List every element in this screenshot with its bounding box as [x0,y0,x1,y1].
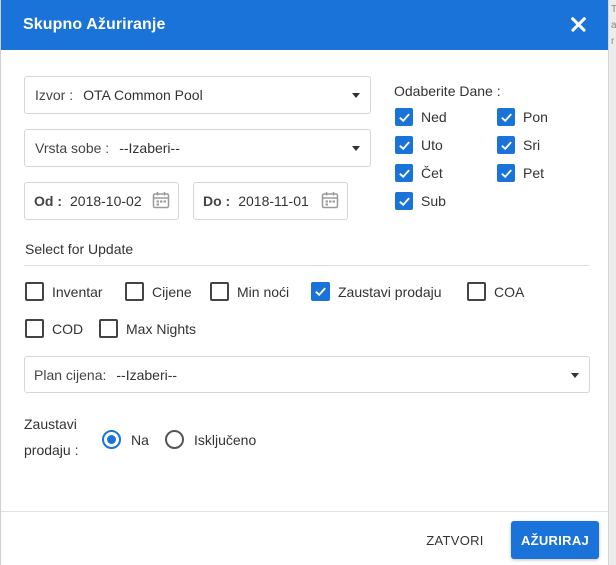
day-checkbox-pon[interactable]: Pon [497,108,548,126]
day-label: Pet [523,165,545,181]
checkbox-checked-icon[interactable] [497,108,515,126]
checkbox-unchecked-icon[interactable] [125,282,144,301]
checkbox-checked-icon[interactable] [497,164,515,182]
date-from-field[interactable]: Od : 2018-10-02 [24,182,179,220]
update-option-min-noci[interactable]: Min noći [210,282,289,301]
close-icon[interactable] [568,14,590,36]
section-title-select-for-update: Select for Update [25,241,134,257]
radio-label: Na [131,431,149,448]
checkbox-unchecked-icon[interactable] [25,282,44,301]
checkbox-checked-icon[interactable] [395,164,413,182]
source-label: Izvor : [35,87,74,103]
day-checkbox-uto[interactable]: Uto [395,136,443,154]
days-title: Odaberite Dane : [394,83,501,99]
day-checkbox-cet[interactable]: Čet [395,164,443,182]
date-from-label: Od : [34,193,62,209]
rate-plan-value: --Izaberi-- [116,366,178,383]
room-type-value: --Izaberi-- [119,140,180,156]
divider [24,265,589,266]
update-option-label: COD [52,320,84,337]
close-button[interactable]: ZATVORI [415,521,495,559]
day-label: Sri [523,137,541,153]
stop-sale-label: Zaustavi prodaju : [24,416,79,458]
day-checkbox-ned[interactable]: Ned [395,108,447,126]
update-button[interactable]: AŽURIRAJ [511,521,599,559]
date-from-value: 2018-10-02 [70,193,142,209]
update-option-label: Max Nights [126,320,197,337]
checkbox-unchecked-icon[interactable] [467,282,486,301]
modal-header: Skupno Ažuriranje [1,0,608,50]
update-option-zaustavi-prodaju[interactable]: Zaustavi prodaju [311,282,442,301]
rate-plan-label: Plan cijena: [34,366,107,383]
day-label: Sub [421,193,446,209]
background-text: r [611,36,615,47]
checkbox-unchecked-icon[interactable] [25,319,44,338]
bulk-update-modal: Skupno Ažuriranje Izvor : OTA Common Poo… [0,0,609,565]
day-checkbox-sri[interactable]: Sri [497,136,540,154]
room-type-label: Vrsta sobe : [35,140,110,156]
checkbox-checked-icon[interactable] [311,282,330,301]
checkbox-checked-icon[interactable] [395,108,413,126]
update-option-label: Inventar [52,283,103,300]
day-label: Ned [421,109,447,125]
background-text: T [611,4,616,15]
footer-divider [1,511,609,512]
update-option-max-nights[interactable]: Max Nights [99,319,196,338]
calendar-icon[interactable] [321,191,339,209]
update-option-cijene[interactable]: Cijene [125,282,192,301]
radio-unselected-icon[interactable] [165,430,184,449]
update-option-label: Min noći [237,283,290,300]
day-checkbox-sub[interactable]: Sub [395,192,446,210]
update-option-cod[interactable]: COD [25,319,83,338]
checkbox-checked-icon[interactable] [395,136,413,154]
checkbox-checked-icon[interactable] [497,136,515,154]
background-text: a [611,20,616,31]
radio-selected-icon[interactable] [102,430,121,449]
room-type-select[interactable]: Vrsta sobe : --Izaberi-- [24,129,371,167]
source-value: OTA Common Pool [83,87,203,103]
update-option-label: COA [494,283,525,300]
date-to-label: Do : [203,193,231,209]
update-option-label: Zaustavi prodaju [338,283,442,300]
source-select[interactable]: Izvor : OTA Common Pool [24,76,371,114]
stop-sale-radio-na[interactable]: Na [102,430,149,449]
date-to-field[interactable]: Do : 2018-11-01 [193,182,348,220]
calendar-icon[interactable] [152,191,170,209]
radio-label: Isključeno [194,431,257,448]
checkbox-unchecked-icon[interactable] [210,282,229,301]
chevron-down-icon [352,146,360,151]
modal-title: Skupno Ažuriranje [23,16,166,33]
chevron-down-icon [352,93,360,98]
day-checkbox-pet[interactable]: Pet [497,164,544,182]
checkbox-checked-icon[interactable] [395,192,413,210]
stop-sale-radio-iskljuceno[interactable]: Isključeno [165,430,256,449]
date-to-value: 2018-11-01 [238,193,309,209]
update-option-inventar[interactable]: Inventar [25,282,103,301]
rate-plan-select[interactable]: Plan cijena: --Izaberi-- [24,356,590,393]
background-page-edge: T a r [608,0,616,565]
day-label: Čet [421,165,443,181]
chevron-down-icon [571,372,579,378]
checkbox-unchecked-icon[interactable] [99,319,118,338]
update-option-coa[interactable]: COA [467,282,524,301]
day-label: Uto [421,137,443,153]
day-label: Pon [523,109,548,125]
update-option-label: Cijene [152,283,192,300]
